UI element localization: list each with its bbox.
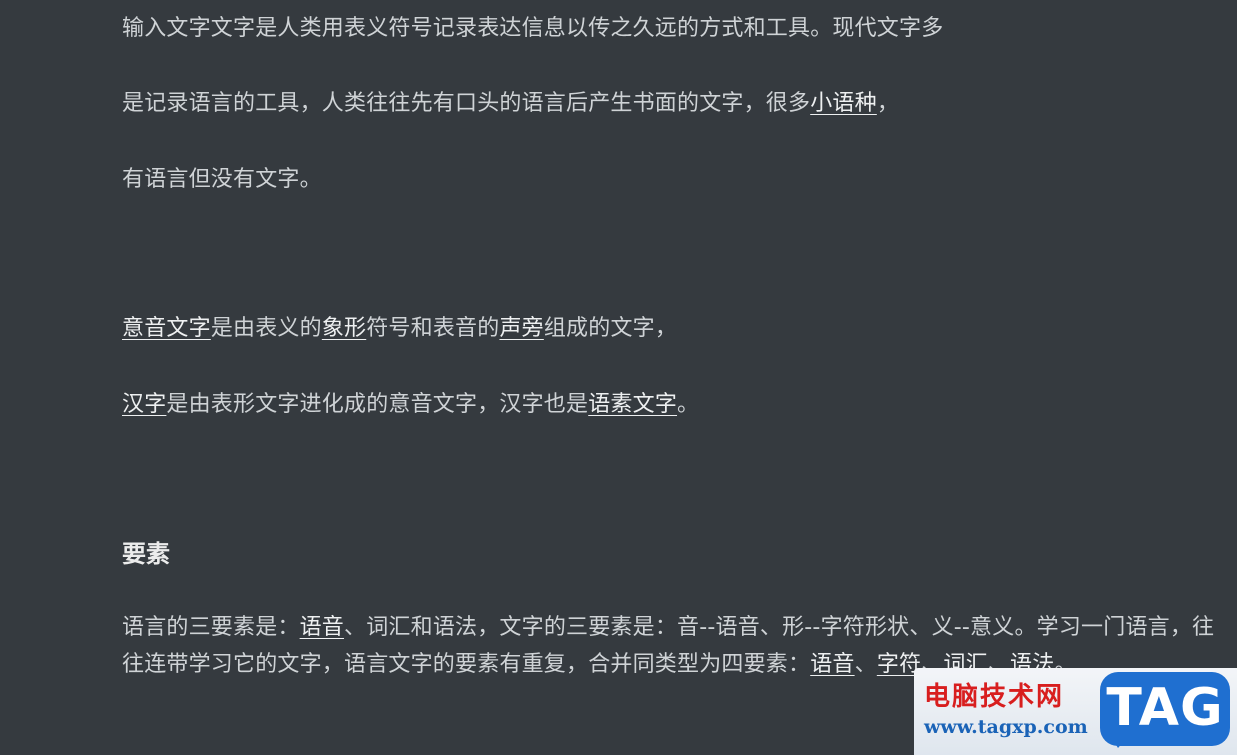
watermark-logo: 电脑技术网 www.tagxp.com TAG [914,668,1237,755]
text-segment: 语言的三要素是： [122,615,300,640]
text-segment: 符号和表音的 [366,316,500,341]
text-line-4: 意音文字是由表义的象形符号和表音的声旁组成的文字， [122,311,677,347]
watermark-title: 电脑技术网 [924,682,1065,712]
text-segment: ， [876,91,900,116]
text-line-5: 汉字是由表形文字进化成的意音文字，汉字也是语素文字。 [122,387,699,423]
text-segment: 组成的文字， [543,316,678,341]
tag-badge-icon: TAG [1100,672,1230,748]
link-phonetic-component[interactable]: 声旁 [499,316,543,341]
text-line-3: 有语言但没有文字。 [122,167,322,192]
text-line-2: 是记录语言的工具，人类往往先有口头的语言后产生书面的文字，很多小语种， [122,86,899,122]
text-segment: 是记录语言的工具，人类往往先有口头的语言后产生书面的文字，很多 [122,91,811,116]
link-pictograph[interactable]: 象形 [322,316,366,341]
watermark-url: www.tagxp.com [924,716,1088,738]
link-phonetics-2[interactable]: 语音 [810,652,854,677]
link-phonetics[interactable]: 语音 [300,615,344,640]
badge-text: TAG [1106,678,1224,738]
link-chinese-characters[interactable]: 汉字 [122,392,166,417]
text-line-1: 输入文字文字是人类用表义符号记录表达信息以传之久远的方式和工具。现代文字多 [122,16,944,41]
text-segment: 是由表形文字进化成的意音文字，汉字也是 [166,392,589,417]
section-heading: 要素 [122,540,170,568]
link-minority-language[interactable]: 小语种 [810,91,877,116]
link-logophonetic-script[interactable]: 意音文字 [122,316,211,341]
text-segment: 。 [677,392,700,417]
link-morphemic-script[interactable]: 语素文字 [588,392,677,417]
text-segment: 、 [854,652,877,677]
text-segment: 是由表义的 [210,316,322,341]
document-view: 输入文字文字是人类用表义符号记录表达信息以传之久远的方式和工具。现代文字多 是记… [0,0,1237,755]
